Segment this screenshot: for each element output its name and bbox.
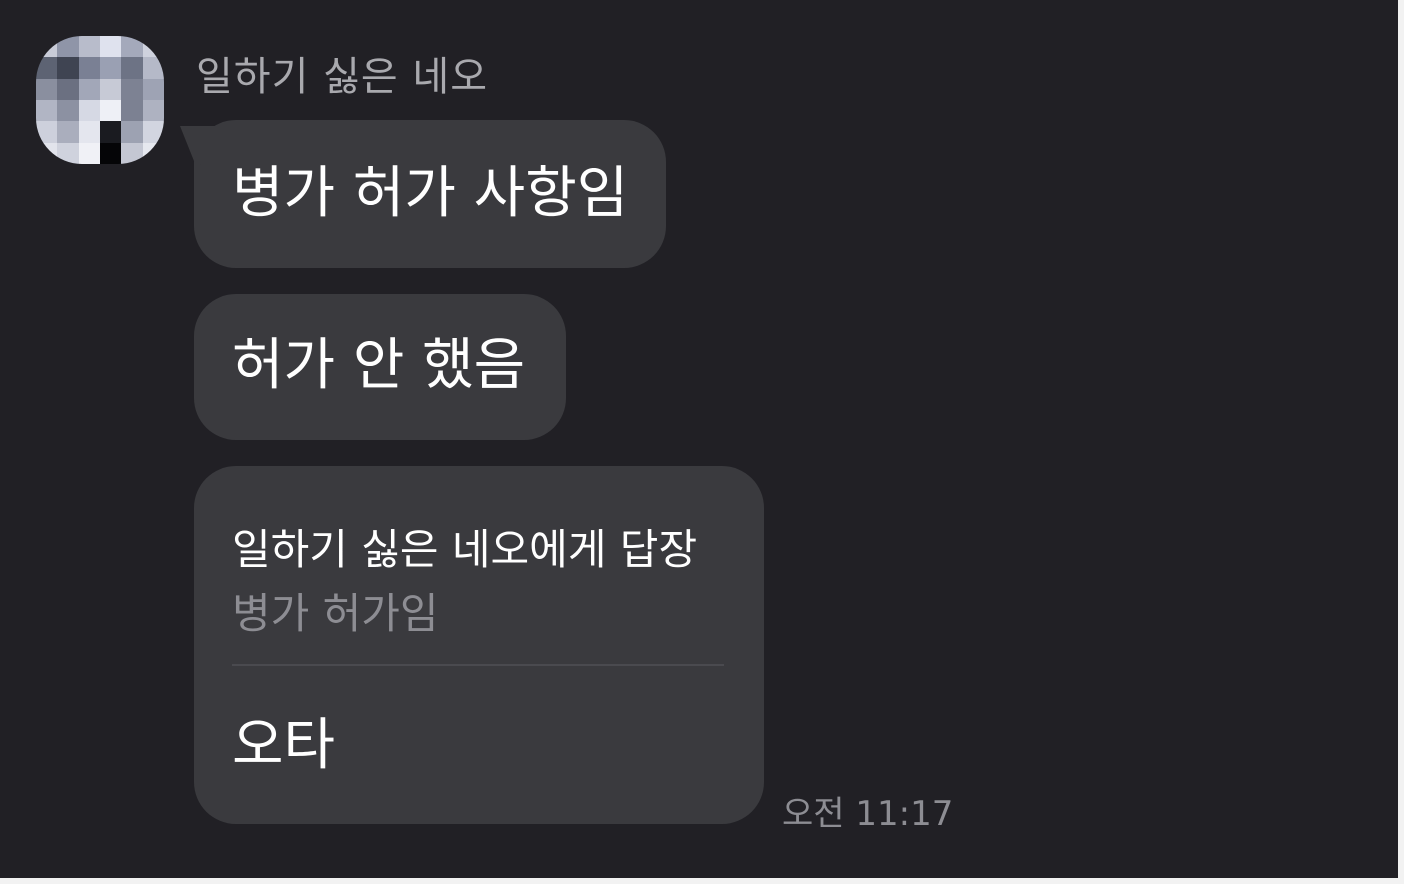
chat-view: 일하기 싫은 네오 병가 허가 사항임 허가 안 했음 일하기 싫은 네오에게 … (0, 0, 1404, 884)
message-bubble[interactable]: 병가 허가 사항임 (180, 120, 666, 268)
message-timestamp: 오전 11:17 (782, 794, 954, 834)
message-bubble[interactable]: 허가 안 했음 (194, 294, 566, 440)
right-border (1398, 0, 1404, 884)
bubble-tail (180, 126, 220, 166)
reply-to-label: 일하기 싫은 네오에게 답장 (232, 525, 698, 574)
message-text: 오타 (232, 713, 336, 778)
quoted-message[interactable]: 병가 허가임 (232, 580, 439, 641)
message-text: 허가 안 했음 (232, 333, 526, 398)
reply-message-bubble[interactable]: 일하기 싫은 네오에게 답장 병가 허가임 오타 (194, 466, 764, 824)
sender-name: 일하기 싫은 네오 (196, 54, 489, 100)
message-text: 병가 허가 사항임 (232, 161, 629, 226)
sender-avatar[interactable] (36, 36, 164, 164)
bottom-border (0, 878, 1404, 884)
reply-divider (232, 664, 724, 666)
